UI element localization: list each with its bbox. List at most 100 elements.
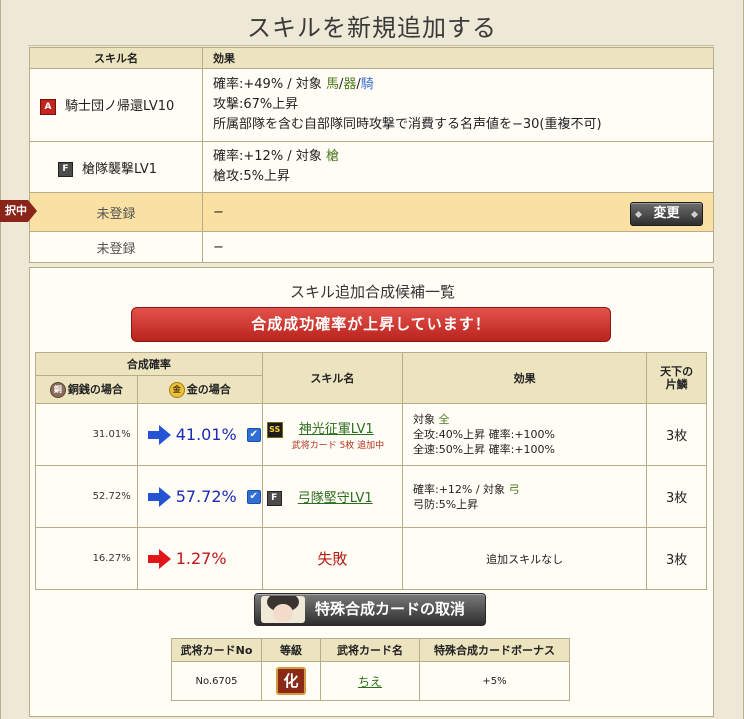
card-no-header: 武将カードNo — [171, 638, 262, 662]
candidate-skill-cell: SS 神光征軍LV1 武将カード 5枚 追加中 — [261, 403, 403, 466]
skill-effect: 確率:+49% / 対象 馬/器/騎 攻撃:67%上昇 所属部隊を含む自部隊同時… — [202, 68, 714, 142]
card-name-link[interactable]: ちえ — [358, 675, 382, 689]
candidate-skill-link[interactable]: 弓隊堅守LV1 — [298, 491, 373, 506]
rank-f-icon: F — [58, 161, 73, 177]
card-portrait-icon — [261, 596, 305, 623]
cancel-button-label: 特殊合成カードの取消 — [315, 600, 466, 618]
skill-name-header: スキル名 — [29, 47, 203, 69]
title-divider — [28, 45, 714, 46]
empty-slot-row[interactable]: 未登録 − — [29, 231, 714, 263]
effect-line: 弓防:5%上昇 — [412, 497, 479, 511]
candidate-row: 31.01% 41.01% ✔ SS 神光征軍LV1 武将カード 5枚 追加中 対象… — [35, 403, 707, 466]
skill-name: 騎士団ノ帰還LV10 — [65, 99, 175, 115]
effect-header: 効果 — [401, 352, 648, 404]
candidates-table: 合成確率 スキル名 効果 天下の 片鱗 銅銅銭の場合 金金の場合 31.01% … — [35, 352, 707, 590]
selected-empty-slot-row[interactable]: 未登録 − — [29, 192, 714, 232]
red-arrow-icon — [147, 548, 171, 569]
gold-coin-icon: 金 — [168, 382, 185, 398]
candidates-panel: スキル追加合成候補一覧 合成成功確率が上昇しています！ 合成確率 スキル名 効果… — [29, 267, 714, 717]
copper-rate: 52.72% — [35, 465, 138, 528]
tenka-header-line: 天下の — [660, 365, 694, 378]
effect-line: 対象 — [412, 413, 439, 426]
card-name-header: 武将カード名 — [320, 638, 420, 662]
gold-rate-cell: 1.27% — [136, 527, 263, 590]
added-cards-note: 武将カード 5枚 追加中 — [291, 440, 385, 451]
candidate-skill-link[interactable]: 神光征軍LV1 — [299, 422, 374, 437]
target-bow: 弓 — [508, 482, 520, 496]
effect-header: 効果 — [202, 47, 714, 69]
selection-tag-arrow-icon — [28, 200, 37, 222]
target-vessel: 器 — [343, 77, 357, 92]
rank-ss-icon: SS — [266, 421, 283, 438]
card-row: No.6705 化 ちえ +5% — [171, 661, 570, 701]
bonus-header: 特殊合成カードボーナス — [419, 638, 570, 662]
selection-tag-label: 択中 — [0, 200, 28, 222]
gold-rate: 41.01% — [175, 425, 237, 445]
skill-name-cell: F 槍隊襲撃LV1 — [29, 141, 203, 193]
effect-line: 全攻:40%上昇 確率:+100% — [412, 428, 556, 441]
candidate-effect: 確率:+12% / 対象 弓 弓防:5%上昇 — [401, 465, 648, 528]
skill-row: F 槍隊襲撃LV1 確率:+12% / 対象 槍 槍攻:5%上昇 — [29, 141, 714, 193]
effect-line: 所属部隊を含む自部隊同時攻撃で消費する名声値を−30(重複不可) — [213, 117, 602, 132]
grade-badge-icon: 化 — [276, 667, 306, 695]
grade-header: 等級 — [261, 638, 321, 662]
skill-name-header: スキル名 — [261, 352, 403, 404]
target-horse: 馬 — [325, 77, 339, 92]
selection-tag: 択中 — [0, 200, 37, 222]
skill-row: A 騎士団ノ帰還LV10 確率:+49% / 対象 馬/器/騎 攻撃:67%上昇 … — [29, 68, 714, 142]
checkbox-checked-icon[interactable]: ✔ — [246, 427, 261, 442]
tenka-count: 3枚 — [646, 465, 707, 528]
card-bonus: +5% — [419, 661, 570, 701]
copper-header: 銅銅銭の場合 — [35, 375, 138, 404]
gold-rate-cell: 41.01% ✔ — [136, 403, 263, 466]
empty-effect: − — [202, 231, 714, 263]
target-spear: 槍 — [325, 149, 339, 164]
diamond-icon — [634, 210, 643, 219]
change-button-label: 変更 — [653, 206, 680, 221]
skill-effect: 確率:+12% / 対象 槍 槍攻:5%上昇 — [202, 141, 714, 193]
diamond-icon — [690, 210, 699, 219]
unregistered-label: 未登録 — [29, 231, 203, 263]
effect-line: 攻撃:67%上昇 — [213, 97, 299, 112]
candidate-effect: 対象 全 全攻:40%上昇 確率:+100% 全速:50%上昇 確率:+100% — [401, 403, 648, 466]
blue-arrow-icon — [147, 424, 171, 445]
skill-name-cell: A 騎士団ノ帰還LV10 — [29, 68, 203, 142]
candidate-row: 52.72% 57.72% ✔ F 弓隊堅守LV1 確率:+12% / 対象 弓 弓… — [35, 465, 707, 528]
effect-line: 確率:+49% / 対象 — [213, 77, 326, 92]
change-button[interactable]: 変更 — [630, 202, 703, 226]
gold-header-label: 金の場合 — [186, 383, 231, 396]
tenka-count: 3枚 — [646, 527, 707, 590]
cancel-special-card-button[interactable]: 特殊合成カードの取消 — [254, 593, 486, 626]
fail-label: 失敗 — [261, 527, 403, 590]
effect-line: 確率:+12% / 対象 — [412, 482, 509, 496]
rank-a-icon: A — [40, 98, 56, 115]
gold-header: 金金の場合 — [136, 375, 263, 404]
gold-rate: 1.27% — [175, 549, 227, 569]
tenka-count: 3枚 — [646, 403, 707, 466]
target-cavalry: 騎 — [360, 77, 374, 92]
copper-header-label: 銅銭の場合 — [67, 383, 123, 396]
target-all: 全 — [438, 413, 450, 426]
tenka-header-line: 片鱗 — [665, 378, 688, 391]
copper-rate: 16.27% — [35, 527, 138, 590]
page-title: スキルを新規追加する — [247, 14, 497, 42]
copper-coin-icon: 銅 — [49, 382, 66, 398]
skill-name: 槍隊襲撃LV1 — [82, 161, 157, 177]
special-card-table: 武将カードNo 等級 武将カード名 特殊合成カードボーナス No.6705 化 … — [171, 638, 570, 701]
rank-f-icon: F — [266, 491, 282, 506]
no-skill-effect: 追加スキルなし — [401, 527, 648, 590]
unregistered-label: 未登録 — [29, 192, 203, 232]
blue-arrow-icon — [147, 486, 171, 507]
candidate-skill-cell: F 弓隊堅守LV1 — [261, 465, 403, 528]
success-rate-banner: 合成成功確率が上昇しています！ — [131, 307, 611, 342]
gold-rate: 57.72% — [175, 487, 237, 507]
gold-rate-cell: 57.72% ✔ — [136, 465, 263, 528]
effect-line: 確率:+12% / 対象 — [213, 149, 326, 164]
grade-cell: 化 — [261, 661, 321, 701]
copper-rate: 31.01% — [35, 403, 138, 466]
checkbox-checked-icon[interactable]: ✔ — [246, 489, 261, 504]
tenka-header: 天下の 片鱗 — [646, 352, 707, 404]
current-skills-table: スキル名 効果 A 騎士団ノ帰還LV10 確率:+49% / 対象 馬/器/騎 攻… — [29, 47, 714, 263]
rate-header: 合成確率 — [35, 352, 263, 376]
card-name-cell: ちえ — [320, 661, 420, 701]
